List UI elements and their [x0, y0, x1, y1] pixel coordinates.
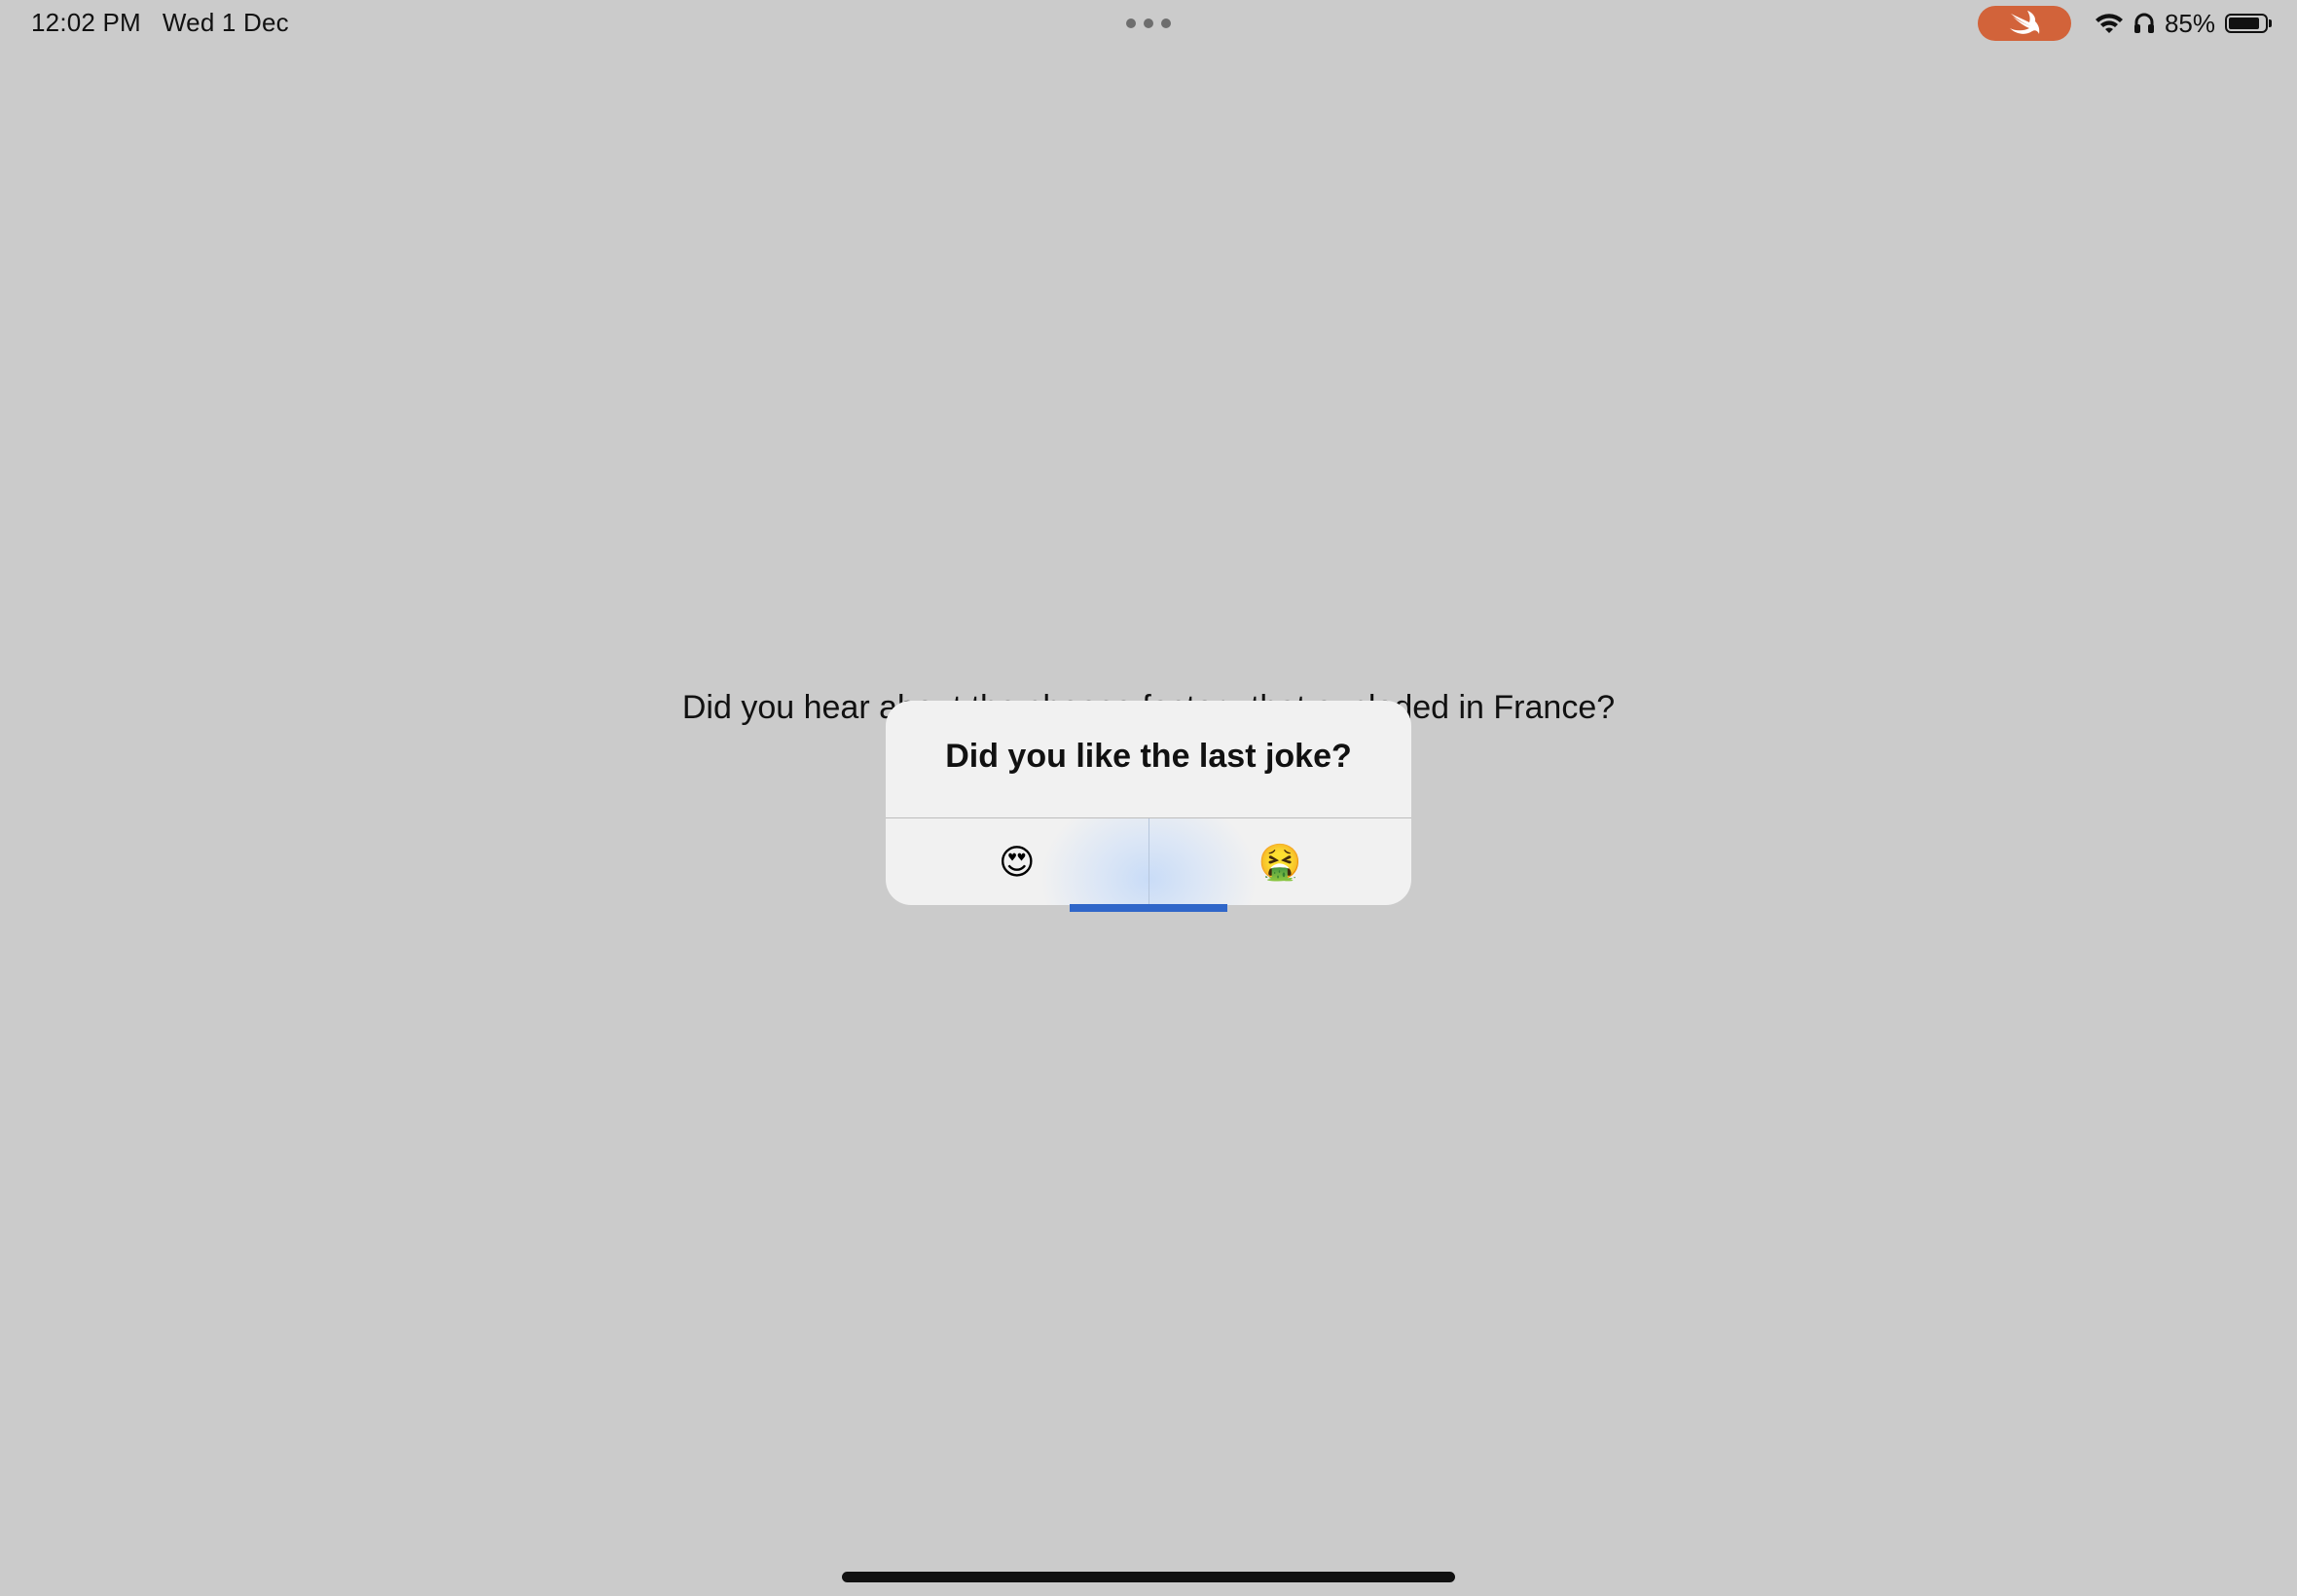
- home-indicator[interactable]: [842, 1572, 1455, 1582]
- status-date: Wed 1 Dec: [162, 8, 289, 37]
- rating-alert: Did you like the last joke? 😍 🤮: [886, 701, 1411, 905]
- status-bar-left: 12:02 PM Wed 1 Dec: [31, 8, 289, 38]
- swift-bird-icon: [2009, 11, 2040, 34]
- wifi-icon: [2095, 14, 2123, 33]
- focus-indicator: [1070, 904, 1227, 912]
- battery-fill: [2229, 18, 2259, 29]
- alert-title: Did you like the last joke?: [945, 738, 1352, 775]
- battery-icon: [2225, 14, 2272, 33]
- love-button[interactable]: 😍: [886, 818, 1148, 905]
- status-bar-right: 85%: [1977, 6, 2272, 41]
- multitasking-menu-icon[interactable]: [1126, 18, 1171, 29]
- dot: [1161, 18, 1171, 28]
- vomit-button[interactable]: 🤮: [1148, 818, 1411, 905]
- screen: 12:02 PM Wed 1 Dec 85% Did you hear in F…: [0, 0, 2297, 1596]
- dot: [1144, 18, 1153, 28]
- swift-icon[interactable]: [1977, 6, 2071, 41]
- dot: [1126, 18, 1136, 28]
- alert-button-row: 😍 🤮: [886, 818, 1411, 905]
- battery-percent: 85%: [2164, 8, 2215, 38]
- headphones-icon: [2133, 13, 2154, 33]
- status-time: 12:02 PM: [31, 8, 141, 37]
